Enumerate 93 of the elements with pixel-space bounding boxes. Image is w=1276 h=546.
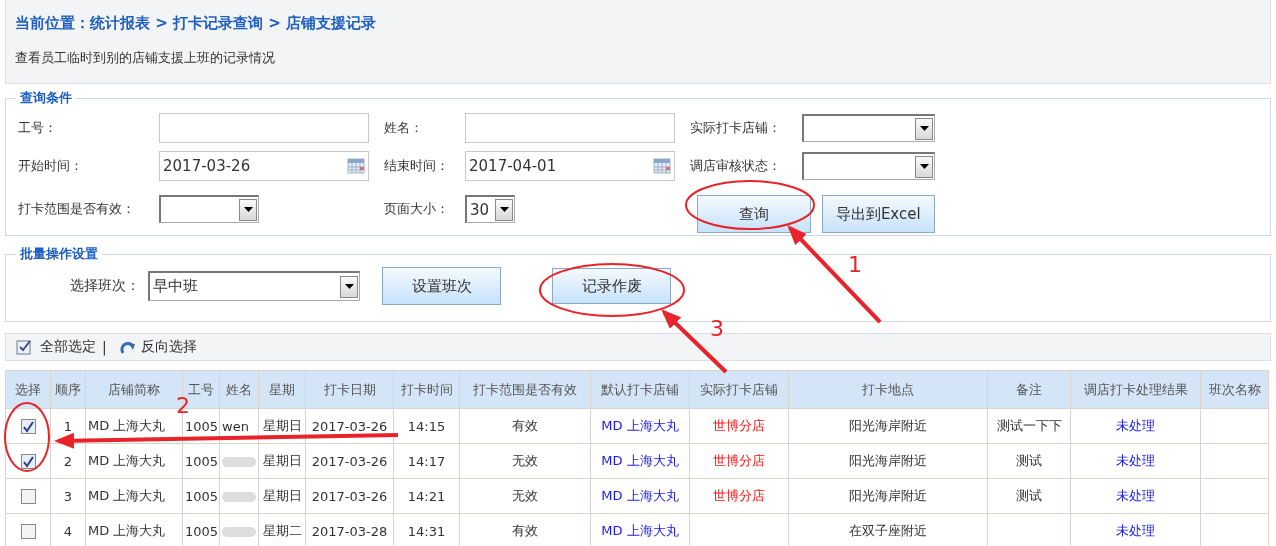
input-field[interactable] — [465, 113, 675, 143]
table-cell: 阳光海岸附近 — [788, 408, 988, 444]
table-cell: 2017-03-26 — [305, 443, 394, 479]
annotation-arrow — [661, 309, 728, 374]
row-checkbox[interactable] — [20, 489, 36, 504]
field-label: 打卡范围是否有效： — [18, 200, 136, 218]
field-label: 选择班次： — [70, 277, 141, 295]
table-cell: 世博分店 — [713, 453, 765, 468]
set-shift-button[interactable]: 设置班次 — [382, 267, 501, 305]
table-cell: 阳光海岸附近 — [788, 478, 988, 514]
caret-icon — [919, 126, 929, 131]
caret-icon — [243, 207, 253, 212]
table-cell: 14:17 — [393, 443, 460, 479]
caret-icon — [344, 284, 354, 289]
table-cell: wen — [222, 418, 249, 434]
field-label: 工号： — [18, 119, 58, 137]
table-cell: 测试一下下 — [996, 418, 1062, 433]
row-checkbox[interactable] — [20, 454, 36, 469]
panel-legend: 批量操作设置 — [16, 245, 102, 263]
result-link[interactable]: 未处理 — [1116, 488, 1155, 503]
table-cell: MD 上海大丸 — [85, 478, 183, 514]
blurred-name — [222, 527, 256, 537]
column-header: 打卡范围是否有效 — [459, 370, 591, 409]
table-cell: 世博分店 — [713, 488, 765, 503]
result-link[interactable]: 未处理 — [1116, 523, 1155, 538]
invert-selection-link[interactable]: 反向选择 — [140, 338, 197, 356]
caret-icon — [499, 207, 509, 212]
field-label: 姓名： — [384, 119, 424, 137]
select-all-link[interactable]: 全部选定 — [40, 338, 96, 356]
result-link[interactable]: 未处理 — [1116, 418, 1155, 433]
table-cell: 星期日 — [258, 478, 306, 514]
breadcrumb: 当前位置：统计报表 > 打卡记录查询 > 店铺支援记录 — [15, 14, 378, 33]
column-header: 班次名称 — [1200, 370, 1269, 409]
table-cell: 无效 — [459, 478, 591, 514]
field-label: 调店审核状态： — [690, 157, 782, 175]
dropdown[interactable]: 30 — [465, 195, 515, 223]
table-cell: 2017-03-26 — [305, 408, 394, 444]
table-cell: 世博分店 — [713, 418, 765, 433]
table-cell: 1 — [50, 408, 86, 444]
calendar-icon[interactable] — [653, 158, 671, 174]
table-cell: 无效 — [459, 443, 591, 479]
table-cell: 1005 — [182, 478, 220, 514]
input-field[interactable]: 2017-04-01 — [465, 151, 675, 181]
table-cell: 星期日 — [258, 408, 306, 444]
table-cell: 14:21 — [393, 478, 460, 514]
column-header: 打卡日期 — [305, 370, 394, 409]
column-header: 实际打卡店铺 — [689, 370, 789, 409]
dropdown[interactable] — [802, 152, 935, 180]
dropdown[interactable] — [159, 195, 259, 223]
column-header: 备注 — [987, 370, 1071, 409]
table-cell: 测试 — [1016, 453, 1042, 468]
table-cell: MD 上海大丸 — [85, 443, 183, 479]
column-header: 默认打卡店铺 — [590, 370, 690, 409]
table-cell: 有效 — [459, 408, 591, 444]
table-cell: 阳光海岸附近 — [788, 443, 988, 479]
row-checkbox[interactable] — [20, 419, 36, 434]
input-field[interactable]: 2017-03-26 — [159, 151, 369, 181]
query-button[interactable]: 查询 — [697, 195, 811, 233]
dropdown[interactable] — [802, 114, 935, 142]
table-cell: 2 — [50, 443, 86, 479]
caret-icon — [919, 164, 929, 169]
blurred-name — [222, 492, 256, 502]
column-header: 选择 — [5, 370, 51, 409]
column-header: 打卡时间 — [393, 370, 460, 409]
field-label: 结束时间： — [384, 157, 450, 175]
field-label: 实际打卡店铺： — [690, 119, 782, 137]
table-cell: 14:15 — [393, 408, 460, 444]
column-header: 调店打卡处理结果 — [1070, 370, 1201, 409]
result-link[interactable]: 未处理 — [1116, 453, 1155, 468]
page-description: 查看员工临时到别的店铺支援上班的记录情况 — [15, 49, 276, 67]
table-cell: 1005 — [182, 443, 220, 479]
table-cell: 3 — [50, 478, 86, 514]
annotation-number: 3 — [710, 316, 724, 341]
panel-legend: 查询条件 — [16, 89, 76, 107]
field-label: 页面大小： — [384, 200, 450, 218]
field-label: 开始时间： — [18, 157, 84, 175]
shift-dropdown[interactable]: 早中班 — [148, 271, 360, 301]
blurred-name — [222, 457, 256, 467]
highlight-circle — [4, 402, 50, 472]
input-field[interactable] — [159, 113, 369, 143]
row-checkbox[interactable] — [20, 524, 36, 539]
column-header: 顺序 — [50, 370, 86, 409]
table-cell: 星期日 — [258, 443, 306, 479]
column-header: 打卡地点 — [788, 370, 988, 409]
annotation-number: 1 — [848, 252, 862, 277]
query-button[interactable]: 导出到Excel — [821, 195, 935, 233]
table-cell: 测试 — [1016, 488, 1042, 503]
separator: | — [102, 339, 107, 355]
column-header: 姓名 — [219, 370, 259, 409]
column-header: 星期 — [258, 370, 306, 409]
calendar-icon[interactable] — [347, 158, 365, 174]
table-cell: 2017-03-26 — [305, 478, 394, 514]
void-record-button[interactable]: 记录作废 — [552, 268, 671, 304]
